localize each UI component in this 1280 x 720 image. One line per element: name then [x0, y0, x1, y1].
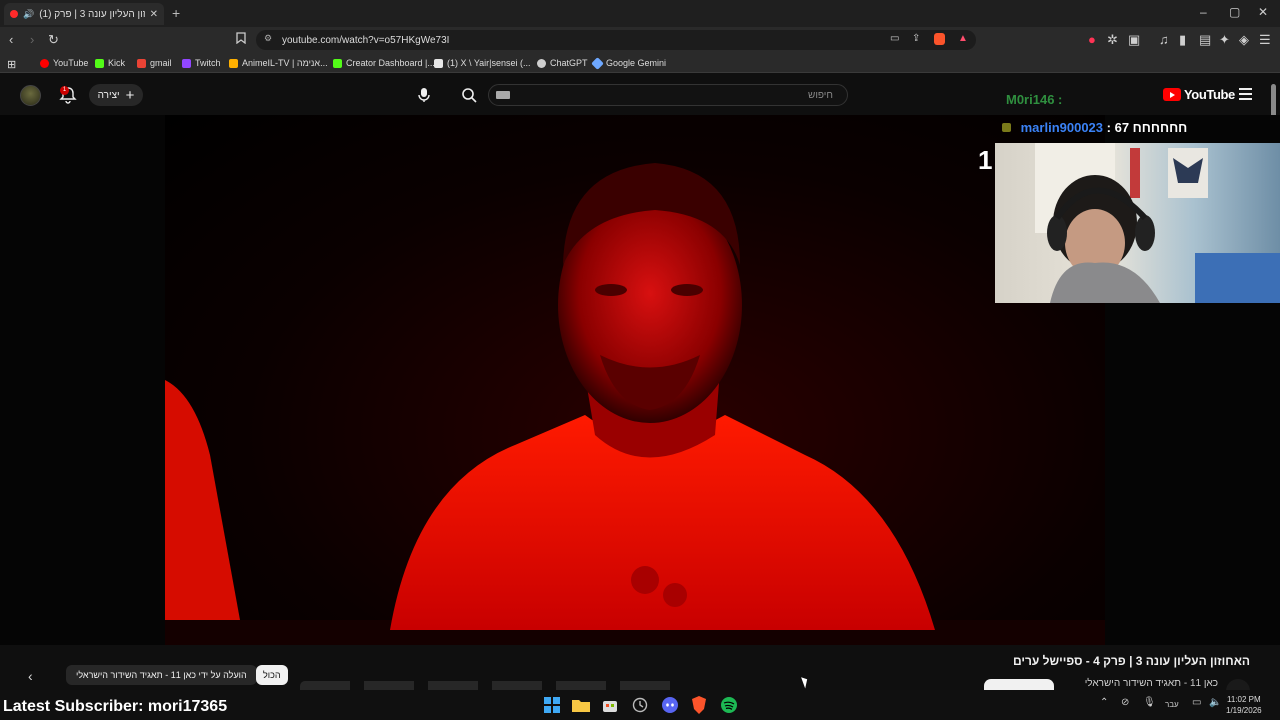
- close-tab-icon[interactable]: ✕: [150, 9, 158, 20]
- brave-shields-icon[interactable]: [934, 33, 945, 45]
- create-button[interactable]: יצירה +: [89, 84, 143, 106]
- create-label: יצירה: [97, 89, 120, 101]
- extension-record-icon[interactable]: ●: [1088, 32, 1096, 47]
- bookmark-youtube[interactable]: YouTube: [40, 58, 88, 68]
- kick-icon: [95, 58, 104, 68]
- webcam-feed: [995, 143, 1280, 303]
- chip-all[interactable]: הכול: [256, 665, 288, 685]
- bookmark-animeil[interactable]: AnimeIL-TV | אנימה...: [229, 58, 328, 68]
- bookmark-chatgpt[interactable]: ChatGPT: [537, 58, 588, 68]
- tab-title: (1) האחוזון העליון עונה 3 | פרק: [39, 8, 144, 20]
- bookmark-gmail[interactable]: gmail: [137, 58, 172, 68]
- media-icon[interactable]: ♫: [1159, 32, 1169, 47]
- voice-search-icon[interactable]: [413, 84, 435, 106]
- gemini-icon: [591, 56, 604, 70]
- app-clock-icon[interactable]: [630, 695, 650, 715]
- latest-subscriber-overlay: Latest Subscriber: mori17365: [3, 698, 228, 715]
- discord-icon[interactable]: [660, 695, 680, 715]
- chat-username: marlin900023: [1020, 120, 1104, 135]
- clock-date: 1/19/2026: [1226, 706, 1262, 715]
- vpn-shield-icon[interactable]: ◈: [1239, 32, 1249, 48]
- bookmark-icon[interactable]: [236, 32, 246, 47]
- brave-browser-icon[interactable]: [689, 695, 709, 715]
- browser-tab[interactable]: 🔊 (1) האחוזון העליון עונה 3 | פרק ✕: [4, 3, 164, 25]
- bookmark-twitch[interactable]: Twitch: [182, 58, 221, 68]
- wallet-icon[interactable]: ▤: [1199, 32, 1211, 48]
- search-button[interactable]: [454, 84, 484, 106]
- animeil-icon: [229, 58, 238, 68]
- file-explorer-icon[interactable]: [571, 695, 591, 715]
- channel-name[interactable]: כאן 11 - תאגיד השידור הישראלי: [1085, 678, 1218, 689]
- video-title: האחוזון העליון עונה 3 | פרק 4 - ספיישל ע…: [1012, 654, 1250, 668]
- plus-icon: +: [125, 86, 135, 104]
- tray-mic-icon[interactable]: 🎙: [1143, 697, 1156, 708]
- close-window-button[interactable]: ✕: [1258, 5, 1268, 19]
- x-icon: [434, 58, 443, 68]
- spotify-icon[interactable]: [719, 695, 739, 715]
- twitch-icon: [182, 58, 191, 68]
- search-icon: [462, 88, 477, 103]
- video-frame: [165, 115, 1105, 645]
- stream-chat-overlay: M0ri146 : marlin900023 : 67 חחחחחח: [996, 90, 1280, 140]
- notification-badge: 1: [60, 86, 69, 95]
- chips-scroll-left-icon[interactable]: ‹: [28, 668, 33, 684]
- network-icon[interactable]: ▭: [1192, 697, 1201, 708]
- system-clock[interactable]: 11:02 PM 1/19/2026: [1226, 694, 1262, 716]
- chat-message: marlin900023 : 67 חחחחחח: [1002, 120, 1187, 135]
- chat-text: : 67 חחחחחח: [1106, 120, 1188, 135]
- tray-overflow-icon[interactable]: ⌃: [1100, 697, 1108, 708]
- overlay-counter: 1: [978, 145, 993, 175]
- minimize-button[interactable]: –: [1200, 5, 1207, 19]
- bookmarks-bar: ⊞ YouTube Kick gmail Twitch AnimeIL-TV |…: [0, 53, 1280, 73]
- chat-username: M0ri146 :: [1006, 92, 1063, 107]
- bookmark-gemini[interactable]: Google Gemini: [591, 56, 666, 70]
- bookmark-x[interactable]: (1) X \ Yair|sensei (...: [434, 58, 531, 68]
- browser-tab-bar: [0, 0, 1280, 27]
- chat-message: M0ri146 :: [1006, 92, 1062, 107]
- search-input[interactable]: חיפוש: [488, 84, 848, 106]
- volume-icon[interactable]: 🔈: [1209, 697, 1221, 708]
- extensions-icon[interactable]: ✲: [1107, 32, 1118, 48]
- menu-icon[interactable]: ☰: [1259, 32, 1271, 48]
- avatar[interactable]: [20, 85, 41, 106]
- kick-icon: [333, 58, 342, 68]
- youtube-icon: [40, 58, 49, 68]
- gmail-icon: [137, 58, 146, 68]
- maximize-button[interactable]: ▢: [1229, 5, 1240, 19]
- forward-icon[interactable]: ›: [30, 32, 34, 47]
- input-language[interactable]: עבר: [1165, 700, 1179, 709]
- video-person-image: [165, 163, 1105, 645]
- bookmark-kick[interactable]: Kick: [95, 58, 125, 68]
- clock-time: 11:02 PM: [1226, 695, 1261, 704]
- store-icon[interactable]: [600, 695, 620, 715]
- share-icon[interactable]: ⇪: [912, 33, 920, 44]
- sidebar-icon[interactable]: ▮: [1179, 32, 1186, 48]
- site-info-icon[interactable]: ⚙: [264, 33, 272, 44]
- keyboard-icon[interactable]: [496, 91, 510, 99]
- chip-uploaded-by[interactable]: הועלה על ידי כאן 11 - תאגיד השידור הישרא…: [66, 665, 257, 685]
- speaker-icon[interactable]: 🔊: [23, 9, 34, 20]
- screenshot-icon[interactable]: ▣: [1128, 32, 1140, 48]
- cast-icon[interactable]: ▭: [890, 33, 899, 44]
- address-bar[interactable]: ⚙ youtube.com/watch?v=o57HKgWe73I ▭ ⇪ ▲: [256, 30, 976, 50]
- webcam-image: [1035, 143, 1280, 303]
- bookmark-creator-dashboard[interactable]: Creator Dashboard |...: [333, 58, 435, 68]
- apps-grid-icon[interactable]: ⊞: [7, 58, 16, 71]
- leo-ai-icon[interactable]: ✦: [1219, 32, 1230, 48]
- new-tab-button[interactable]: +: [172, 5, 180, 21]
- url-text: youtube.com/watch?v=o57HKgWe73I: [282, 34, 450, 46]
- tray-mute-icon[interactable]: ⊘: [1121, 697, 1129, 708]
- chatgpt-icon: [537, 58, 546, 68]
- brave-rewards-icon[interactable]: ▲: [958, 33, 968, 44]
- youtube-favicon-icon: [10, 10, 18, 18]
- chat-badge-icon: [1002, 123, 1011, 132]
- windows-start-icon[interactable]: [542, 695, 562, 715]
- back-icon[interactable]: ‹: [9, 32, 13, 47]
- reload-icon[interactable]: ↻: [48, 32, 59, 48]
